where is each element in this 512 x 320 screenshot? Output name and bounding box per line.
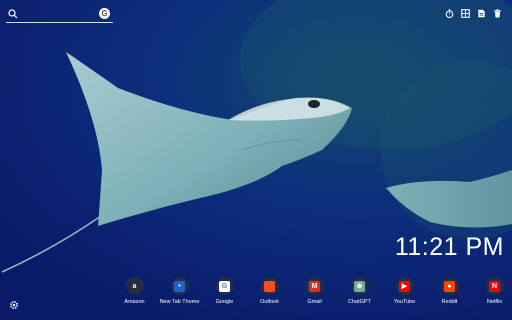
shortcut-label: YouTube [393,299,416,305]
search-input[interactable] [22,8,100,20]
document-icon[interactable] [477,9,486,18]
shortcut-tile[interactable] [260,277,279,295]
shortcut-tile[interactable]: ● [440,277,459,295]
shortcut-gmail[interactable]: M Gmail [292,277,337,305]
shortcut-label: Amazon [124,299,145,305]
shortcut-label: ChatGPT [348,299,371,305]
amazon-icon: a [129,280,140,292]
shortcut-amazon[interactable]: a Amazon [112,277,157,305]
google-icon: G [219,280,230,292]
gmail-icon: M [309,280,320,292]
shortcut-tile[interactable]: G [215,277,234,295]
shortcut-tile[interactable]: a [125,277,144,295]
shortcut-label: Netflix [486,299,503,305]
top-toolbar [445,9,502,18]
shortcut-tile[interactable]: • [170,277,189,295]
shortcut-label: New Tab Theme [159,299,200,305]
shortcut-bar: a Amazon • New Tab Theme G Google Outlook M Gmai… [112,277,512,305]
dashboard-icon[interactable] [461,9,470,18]
shortcut-label: Gmail [307,299,322,305]
gear-icon[interactable] [9,300,19,310]
new-tab-theme-icon: • [174,280,185,292]
search-icon [8,9,18,19]
wallpaper-manta-ray [0,0,512,320]
outlook-icon [264,280,275,292]
youtube-icon: ▶ [399,280,410,292]
shortcut-label: Reddit [441,299,458,305]
google-icon[interactable]: G [99,8,110,19]
shortcut-outlook[interactable]: Outlook [247,277,292,305]
chatgpt-icon: ⊛ [354,280,365,292]
shortcut-label: Outlook [260,299,279,305]
shortcut-tile[interactable]: ▶ [395,277,414,295]
netflix-icon: N [489,280,500,292]
shortcut-reddit[interactable]: ● Reddit [427,277,472,305]
shortcut-tile[interactable]: ⊛ [350,277,369,295]
shortcut-google[interactable]: G Google [202,277,247,305]
search-bar[interactable]: G [6,8,113,23]
shortcut-chatgpt[interactable]: ⊛ ChatGPT [337,277,382,305]
shortcut-tile[interactable]: N [485,277,504,295]
reddit-icon: ● [444,280,455,292]
shortcut-tile[interactable]: M [305,277,324,295]
shortcut-label: Google [215,299,234,305]
shortcut-new-tab-theme[interactable]: • New Tab Theme [157,277,202,305]
clock: 11:21 PM [394,233,504,261]
shortcut-netflix[interactable]: N Netflix [472,277,512,305]
shortcut-youtube[interactable]: ▶ YouTube [382,277,427,305]
trash-icon[interactable] [493,9,502,18]
timer-icon[interactable] [445,9,454,18]
